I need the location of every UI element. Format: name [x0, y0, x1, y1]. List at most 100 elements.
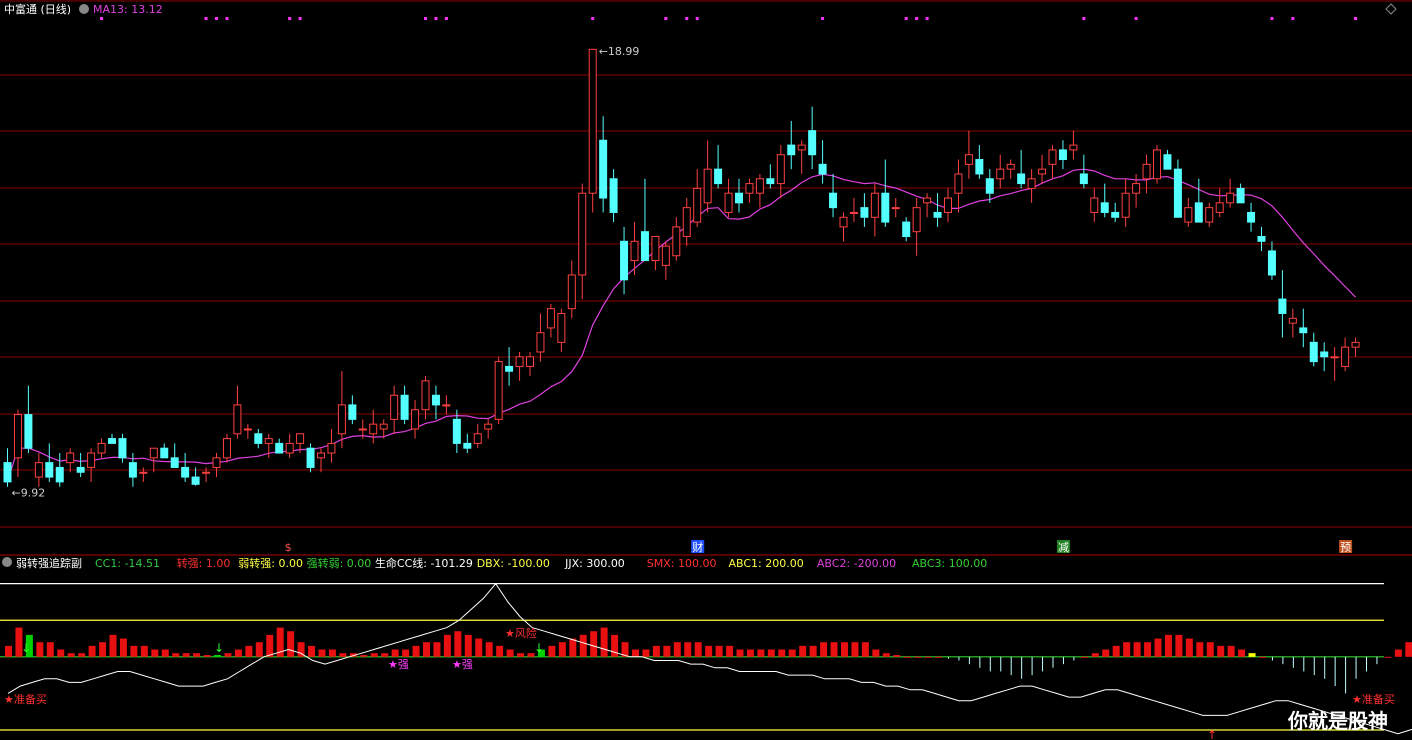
candle-body [881, 192, 890, 223]
sub-indicator-value: JJX: 300.00 [564, 557, 625, 570]
signal-dot [1082, 17, 1086, 20]
indicator-bar [78, 653, 86, 657]
indicator-bar [1144, 642, 1152, 657]
candle-body [337, 404, 346, 435]
indicator-bar [485, 642, 493, 657]
candle-body [369, 423, 378, 435]
candle [243, 424, 252, 439]
candle [1320, 342, 1329, 372]
indicator-bar [757, 649, 765, 657]
indicator-bar [67, 653, 75, 657]
candle [160, 443, 169, 459]
candle [1309, 332, 1318, 367]
candle [390, 385, 399, 434]
candle-body [578, 192, 587, 276]
indicator-bar [234, 649, 242, 657]
chart-canvas[interactable]: ←18.99 ←9.92 $ 财 减 预 ★准备买 ★风险 ★强 ★强 ★准备买 ↓ ↓ ↓ ↑ 中富通… [0, 0, 1412, 740]
candle [567, 260, 576, 319]
indicator-bar [318, 649, 326, 657]
candlestick-series[interactable]: ←18.99 ←9.92 [3, 45, 1360, 500]
candle-body [1205, 207, 1214, 223]
candle-body [515, 356, 524, 367]
candle-body [787, 144, 796, 156]
indicator-bar [360, 655, 368, 657]
signal-annotation: ★准备买 [4, 692, 47, 706]
candle-body [1132, 183, 1141, 194]
indicator-bar [496, 645, 504, 657]
ma13-line [6, 168, 1356, 483]
candle [912, 198, 921, 256]
candle-body [975, 159, 984, 175]
signal-dot [695, 17, 699, 20]
sub-indicator-value: DBX: -100.00 [477, 557, 550, 570]
indicator-bar [1175, 634, 1183, 657]
indicator-bar [746, 649, 754, 657]
sub-indicator-value: ABC1: 200.00 [729, 557, 804, 570]
candle [1006, 159, 1015, 179]
settings-dot-icon[interactable] [79, 4, 89, 14]
indicator-bar [517, 653, 525, 657]
candle [1173, 159, 1182, 218]
candle [1153, 145, 1161, 184]
candle [55, 453, 64, 487]
candle-body [1299, 327, 1308, 334]
candle-body [640, 231, 649, 262]
candle [1194, 178, 1203, 223]
sub-indicator-value: 强转弱: 0.00 [307, 556, 372, 570]
indicator-bar [370, 653, 378, 657]
indicator-bar [579, 634, 587, 657]
indicator-bar [767, 649, 775, 657]
indicator-bar [736, 649, 744, 657]
candle [411, 400, 420, 439]
indicator-bar [548, 645, 556, 657]
price-gridlines [0, 74, 1412, 528]
signal-dot [298, 17, 302, 20]
indicator-bar [820, 642, 828, 657]
indicator-bar [182, 653, 190, 657]
candle [766, 164, 775, 189]
signal-dot [434, 17, 438, 20]
sub-indicator-value: 转强: 1.00 [177, 556, 231, 570]
candle [1121, 178, 1130, 227]
indicator-bar [245, 645, 253, 657]
candle [1027, 169, 1036, 203]
signal-dot [444, 17, 448, 20]
candle-body [1257, 236, 1266, 242]
signal-annotation: ★风险 [505, 626, 537, 640]
indicator-bar [433, 642, 441, 657]
candle-body [202, 471, 211, 474]
candle [254, 428, 263, 449]
candle-body [317, 452, 325, 459]
candle-body [672, 226, 681, 257]
candle [735, 178, 743, 213]
indicator-bar [109, 634, 117, 657]
candle-body [651, 236, 660, 262]
candle-body [431, 394, 440, 406]
candle-body [3, 462, 12, 483]
candle-body [181, 466, 190, 478]
candle [933, 193, 942, 227]
indicator-bar [255, 642, 263, 657]
candle-body [1351, 341, 1360, 348]
candle-body [358, 428, 367, 431]
candle [463, 433, 472, 454]
candle [1132, 173, 1141, 208]
life-cc-line [7, 582, 1412, 735]
candle [494, 356, 503, 425]
sub-settings-dot-icon[interactable] [2, 557, 12, 567]
indicator-bar [214, 655, 221, 657]
expand-icon[interactable] [1385, 3, 1397, 15]
sub-header-items: CC1: -14.51 转强: 1.00 弱转强: 0.00 强转弱: 0.00 生命C… [95, 556, 987, 570]
high-price-label: ←18.99 [599, 45, 640, 58]
up-arrow-icon: ↑ [1207, 728, 1217, 740]
indicator-bar [1102, 649, 1110, 657]
candle-body [505, 365, 514, 372]
candle-body [1247, 211, 1256, 223]
candle-body [1330, 356, 1339, 359]
signal-dot [1354, 17, 1358, 20]
candle-body [682, 207, 691, 238]
candle [1163, 149, 1172, 170]
candle [1226, 178, 1235, 208]
sub-indicator-value: 弱转强: 0.00 [238, 556, 303, 570]
indicator-bar [475, 638, 483, 657]
